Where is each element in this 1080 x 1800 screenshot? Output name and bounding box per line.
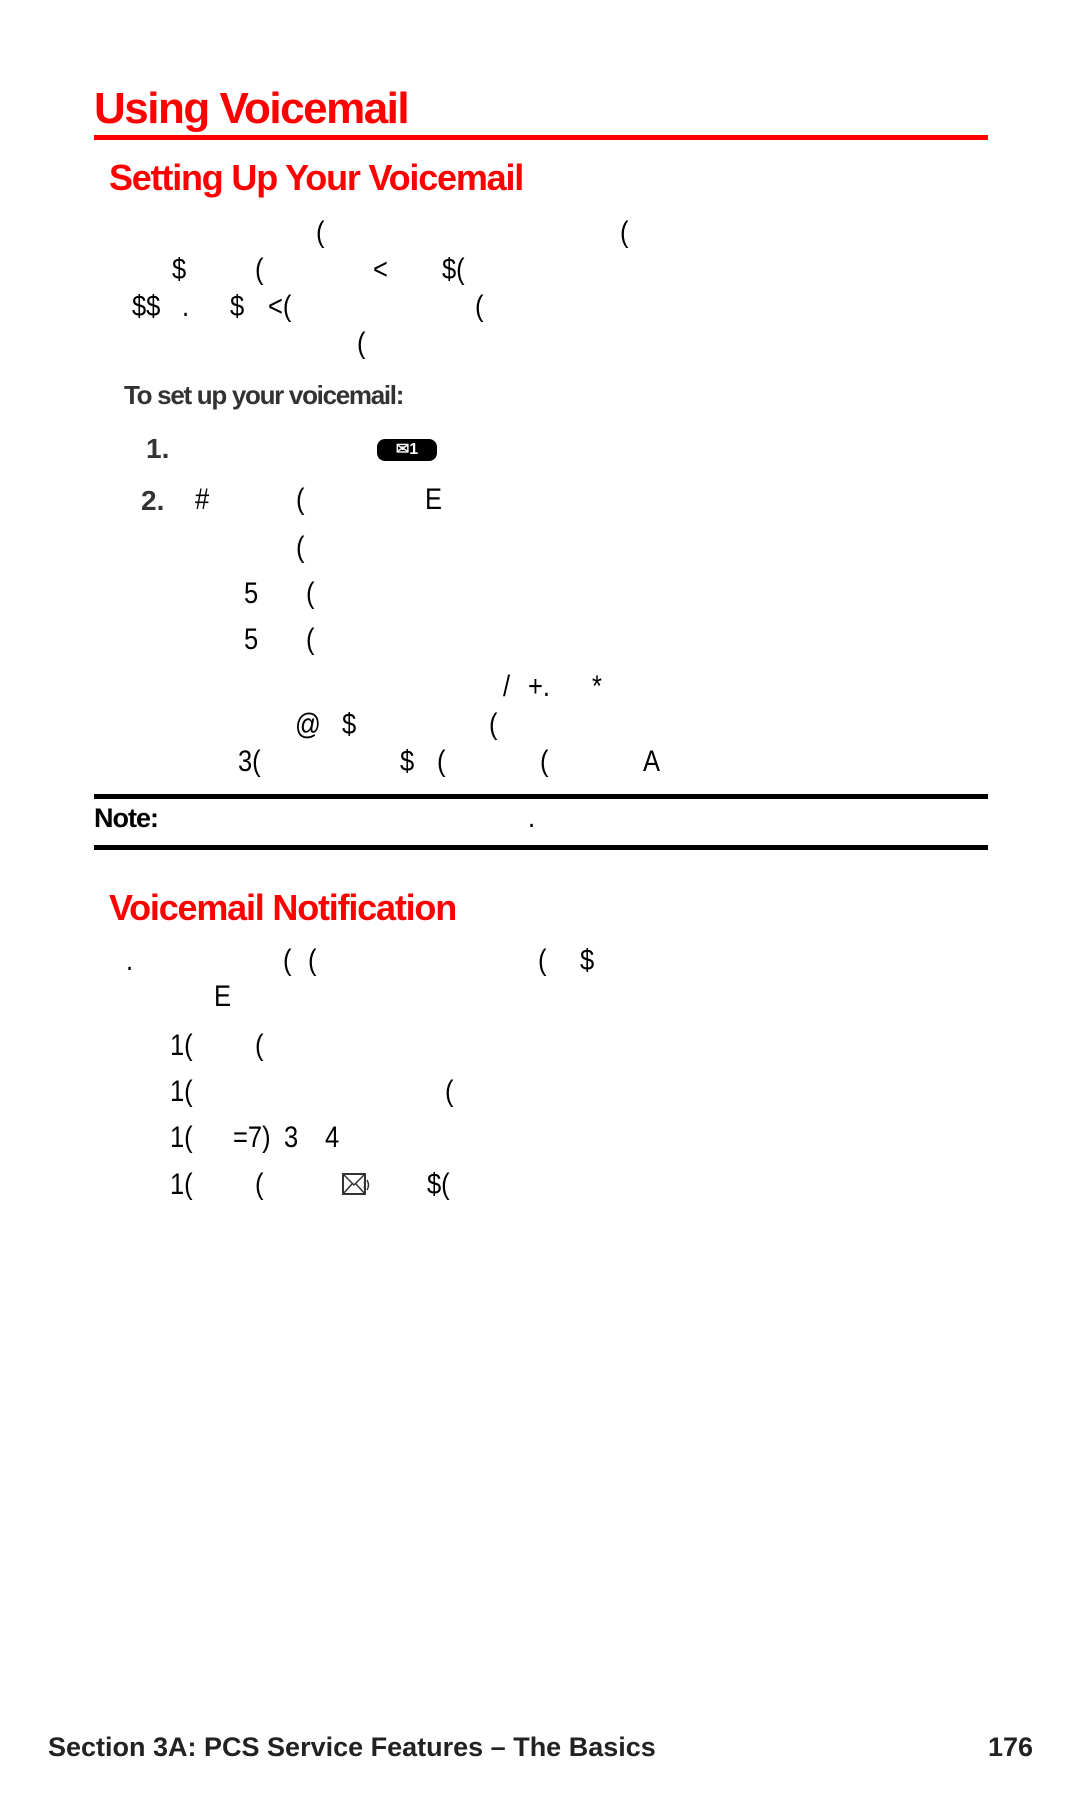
body-text: / xyxy=(503,670,511,703)
key-label: 1 xyxy=(409,441,419,458)
procedure-heading: To set up your voicemail: xyxy=(124,380,404,410)
note-label: Note: xyxy=(94,803,159,833)
voicemail-key-icon: ✉1 xyxy=(377,439,437,461)
list-item-text: ( xyxy=(255,1029,264,1062)
section-heading-setup: Setting Up Your Voicemail xyxy=(109,157,524,198)
body-text: ( xyxy=(306,623,315,656)
voicemail-envelope-icon xyxy=(342,1173,370,1195)
body-text: 5 xyxy=(244,623,259,656)
note-rule-top xyxy=(94,794,988,799)
list-item-text: ( xyxy=(445,1075,454,1108)
body-text: ( xyxy=(620,216,629,249)
body-text: ( xyxy=(489,708,498,741)
body-text: ( xyxy=(316,216,325,249)
body-text: ( xyxy=(296,531,305,564)
footer-section-label: Section 3A: PCS Service Features – The B… xyxy=(48,1732,656,1762)
list-item-text: 1( xyxy=(170,1029,193,1062)
body-text: ( xyxy=(538,944,547,977)
body-text: $ xyxy=(580,944,595,977)
body-text: A xyxy=(643,745,661,778)
body-text: ( xyxy=(308,944,317,977)
list-item-text: =7) xyxy=(233,1121,271,1154)
page-number: 176 xyxy=(987,1732,1033,1762)
body-text: # xyxy=(195,483,210,516)
body-text: $ xyxy=(172,253,187,286)
list-item-text: $( xyxy=(427,1168,450,1201)
section-heading-notification: Voicemail Notification xyxy=(109,887,457,928)
step-number: 2. xyxy=(141,485,165,516)
body-text: $( xyxy=(442,253,465,286)
body-text: ( xyxy=(540,745,549,778)
body-text: +. xyxy=(528,670,550,703)
title-rule xyxy=(94,135,988,140)
body-text: ( xyxy=(296,483,305,516)
body-text: E xyxy=(425,483,443,516)
list-item-text: 1( xyxy=(170,1075,193,1108)
list-item-text: 4 xyxy=(325,1121,340,1154)
body-text: * xyxy=(592,670,602,703)
body-text: < xyxy=(373,253,388,286)
body-text: <( xyxy=(268,290,292,323)
body-text: . xyxy=(182,290,190,323)
body-text: ( xyxy=(437,745,446,778)
step-number: 1. xyxy=(146,433,170,464)
body-text: E xyxy=(214,980,232,1013)
body-text: $ xyxy=(400,745,415,778)
list-item-text: 1( xyxy=(170,1168,193,1201)
body-text: ( xyxy=(255,253,264,286)
list-item-text: ( xyxy=(255,1168,264,1201)
body-text: $ xyxy=(230,290,245,323)
body-text: $$ xyxy=(132,290,161,323)
list-item-text: 1( xyxy=(170,1121,193,1154)
body-text: ( xyxy=(357,327,366,360)
body-text: ( xyxy=(306,577,315,610)
body-text: ( xyxy=(283,944,292,977)
body-text: ( xyxy=(475,290,484,323)
list-item-text: 3 xyxy=(284,1121,299,1154)
body-text: $ xyxy=(342,708,357,741)
body-text: @ xyxy=(295,708,321,741)
body-text: 3( xyxy=(238,745,261,778)
body-text: . xyxy=(126,944,134,977)
note-rule-bottom xyxy=(94,845,988,850)
note-text: . xyxy=(528,801,536,834)
body-text: 5 xyxy=(244,577,259,610)
page-title: Using Voicemail xyxy=(94,84,410,133)
